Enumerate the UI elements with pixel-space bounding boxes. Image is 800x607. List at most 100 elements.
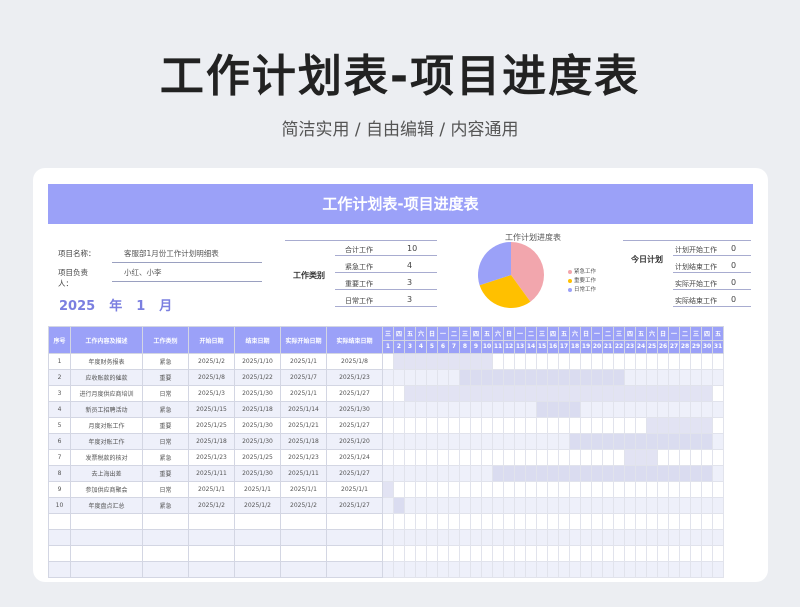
gantt-cell[interactable] — [492, 497, 504, 514]
gantt-cell[interactable] — [701, 465, 713, 482]
gantt-cell[interactable] — [690, 481, 702, 498]
gantt-cell[interactable] — [448, 561, 460, 578]
gantt-cell[interactable] — [591, 561, 603, 578]
gantt-cell[interactable] — [591, 401, 603, 418]
gantt-cell[interactable] — [525, 369, 537, 386]
gantt-cell[interactable] — [624, 513, 636, 530]
gantt-cell[interactable] — [437, 417, 449, 434]
gantt-cell[interactable] — [404, 497, 416, 514]
gantt-cell[interactable] — [426, 481, 438, 498]
gantt-cell[interactable] — [547, 385, 559, 402]
gantt-cell[interactable] — [503, 545, 515, 562]
gantt-cell[interactable] — [393, 449, 405, 466]
gantt-cell[interactable] — [525, 385, 537, 402]
gantt-cell[interactable] — [547, 433, 559, 450]
gantt-cell[interactable] — [613, 561, 625, 578]
gantt-cell[interactable] — [668, 433, 680, 450]
gantt-cell[interactable] — [602, 561, 614, 578]
gantt-cell[interactable] — [701, 497, 713, 514]
gantt-cell[interactable] — [712, 449, 724, 466]
gantt-cell[interactable] — [536, 401, 548, 418]
gantt-cell[interactable] — [624, 433, 636, 450]
gantt-cell[interactable] — [393, 417, 405, 434]
gantt-cell[interactable] — [602, 385, 614, 402]
gantt-cell[interactable] — [404, 529, 416, 546]
cell-end[interactable]: 2025/1/30 — [234, 465, 281, 482]
gantt-cell[interactable] — [558, 385, 570, 402]
gantt-cell[interactable] — [525, 401, 537, 418]
gantt-cell[interactable] — [580, 529, 592, 546]
gantt-cell[interactable] — [437, 481, 449, 498]
gantt-cell[interactable] — [459, 369, 471, 386]
gantt-cell[interactable] — [580, 497, 592, 514]
gantt-cell[interactable] — [503, 465, 515, 482]
cell-task[interactable]: 应收账款的催款 — [70, 369, 143, 386]
gantt-cell[interactable] — [393, 561, 405, 578]
gantt-cell[interactable] — [569, 401, 581, 418]
gantt-cell[interactable] — [514, 481, 526, 498]
gantt-cell[interactable] — [602, 481, 614, 498]
gantt-cell[interactable] — [635, 433, 647, 450]
gantt-cell[interactable] — [547, 561, 559, 578]
cell-astart[interactable]: 2025/1/14 — [280, 401, 327, 418]
gantt-cell[interactable] — [580, 385, 592, 402]
cell-task[interactable] — [70, 545, 143, 562]
gantt-cell[interactable] — [481, 465, 493, 482]
gantt-cell[interactable] — [415, 369, 427, 386]
gantt-cell[interactable] — [437, 369, 449, 386]
cell-aend[interactable]: 2025/1/20 — [326, 433, 383, 450]
gantt-cell[interactable] — [569, 545, 581, 562]
cell-start[interactable]: 2025/1/23 — [188, 449, 235, 466]
cell-aend[interactable] — [326, 513, 383, 530]
gantt-cell[interactable] — [569, 513, 581, 530]
gantt-cell[interactable] — [459, 401, 471, 418]
cell-aend[interactable]: 2025/1/27 — [326, 465, 383, 482]
gantt-cell[interactable] — [690, 353, 702, 370]
gantt-cell[interactable] — [404, 417, 416, 434]
gantt-cell[interactable] — [459, 513, 471, 530]
gantt-cell[interactable] — [514, 465, 526, 482]
gantt-cell[interactable] — [690, 433, 702, 450]
gantt-cell[interactable] — [580, 417, 592, 434]
cell-no[interactable]: 5 — [48, 417, 71, 434]
cell-aend[interactable]: 2025/1/23 — [326, 369, 383, 386]
cell-start[interactable]: 2025/1/2 — [188, 353, 235, 370]
gantt-cell[interactable] — [492, 385, 504, 402]
gantt-cell[interactable] — [613, 497, 625, 514]
gantt-cell[interactable] — [657, 353, 669, 370]
gantt-cell[interactable] — [591, 513, 603, 530]
gantt-cell[interactable] — [448, 449, 460, 466]
gantt-cell[interactable] — [426, 449, 438, 466]
cell-no[interactable]: 1 — [48, 353, 71, 370]
cell-no[interactable]: 2 — [48, 369, 71, 386]
gantt-cell[interactable] — [690, 449, 702, 466]
gantt-cell[interactable] — [690, 561, 702, 578]
cell-cat[interactable] — [142, 561, 189, 578]
cell-task[interactable]: 去上海出差 — [70, 465, 143, 482]
gantt-cell[interactable] — [558, 561, 570, 578]
cell-astart[interactable] — [280, 529, 327, 546]
gantt-cell[interactable] — [492, 465, 504, 482]
gantt-cell[interactable] — [591, 481, 603, 498]
cell-task[interactable]: 年度盘点汇总 — [70, 497, 143, 514]
gantt-cell[interactable] — [448, 401, 460, 418]
gantt-cell[interactable] — [712, 481, 724, 498]
gantt-cell[interactable] — [701, 369, 713, 386]
gantt-cell[interactable] — [437, 497, 449, 514]
gantt-cell[interactable] — [525, 561, 537, 578]
gantt-cell[interactable] — [635, 449, 647, 466]
cell-end[interactable]: 2025/1/25 — [234, 449, 281, 466]
gantt-cell[interactable] — [624, 449, 636, 466]
table-row[interactable]: 4 新员工招聘活动 紧急 2025/1/15 2025/1/18 2025/1/14 202… — [48, 401, 724, 418]
gantt-cell[interactable] — [668, 417, 680, 434]
gantt-cell[interactable] — [492, 529, 504, 546]
gantt-cell[interactable] — [635, 529, 647, 546]
gantt-cell[interactable] — [712, 353, 724, 370]
gantt-cell[interactable] — [437, 465, 449, 482]
cell-astart[interactable]: 2025/1/23 — [280, 449, 327, 466]
table-row[interactable]: 9 参加供应商聚会 日常 2025/1/1 2025/1/1 2025/1/1 2025/1… — [48, 481, 724, 498]
project-name-value[interactable]: 客服部1月份工作计划明细表 — [112, 248, 262, 263]
cell-cat[interactable] — [142, 513, 189, 530]
gantt-cell[interactable] — [404, 369, 416, 386]
gantt-cell[interactable] — [701, 513, 713, 530]
